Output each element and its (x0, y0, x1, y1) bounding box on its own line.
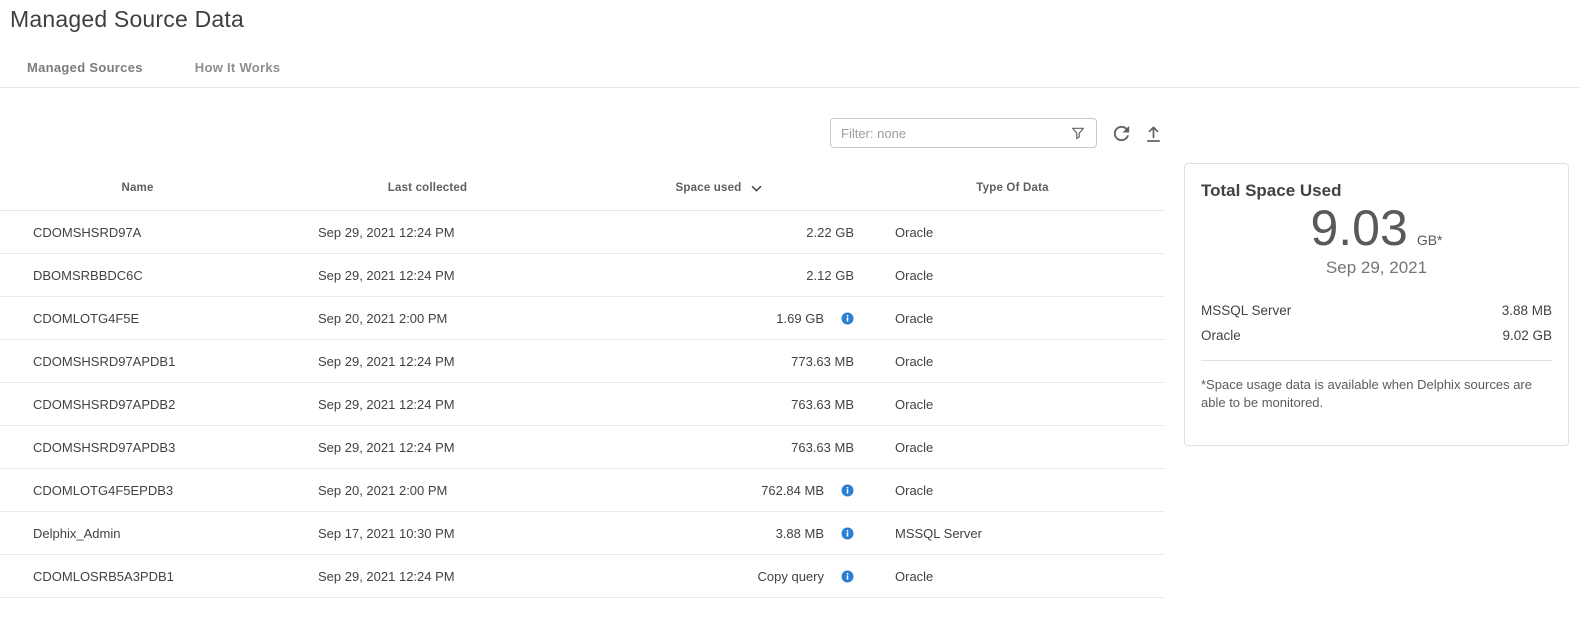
filter-input[interactable] (841, 126, 1068, 141)
row-name: CDOMSHSRD97A (0, 225, 275, 240)
row-type-of-data: MSSQL Server (860, 526, 1165, 541)
row-space-used: 2.22 GB (806, 225, 854, 240)
tab-bar: Managed Sources How It Works (27, 60, 280, 75)
row-name: CDOMSHSRD97APDB3 (0, 440, 275, 455)
row-last-collected: Sep 29, 2021 12:24 PM (275, 354, 580, 369)
row-name: CDOMLOTG4F5E (0, 311, 275, 326)
row-space-used-cell: 2.22 GB (580, 225, 860, 240)
row-last-collected: Sep 29, 2021 12:24 PM (275, 225, 580, 240)
row-space-used-cell: 763.63 MB (580, 397, 860, 412)
row-last-collected: Sep 29, 2021 12:24 PM (275, 569, 580, 584)
row-space-used-cell: 2.12 GB (580, 268, 860, 283)
breakdown-value: 3.88 MB (1502, 303, 1552, 318)
table-row: Delphix_AdminSep 17, 2021 10:30 PM 3.88 M… (0, 512, 1165, 555)
total-space-unit: GB* (1417, 232, 1443, 248)
row-space-used: 2.12 GB (806, 268, 854, 283)
row-space-used-cell: 773.63 MB (580, 354, 860, 369)
row-type-of-data: Oracle (860, 397, 1165, 412)
table-row: DBOMSRBBDC6CSep 29, 2021 12:24 PM 2.12 GB… (0, 254, 1165, 297)
export-icon[interactable] (1143, 123, 1164, 144)
tabs-divider (0, 87, 1579, 88)
row-last-collected: Sep 29, 2021 12:24 PM (275, 440, 580, 455)
total-space-used-panel: Total Space Used 9.03 GB* Sep 29, 2021 M… (1184, 163, 1569, 446)
filter-box[interactable] (830, 118, 1097, 148)
row-last-collected: Sep 20, 2021 2:00 PM (275, 483, 580, 498)
row-type-of-data: Oracle (860, 311, 1165, 326)
filter-funnel-icon[interactable] (1068, 123, 1088, 143)
column-header-name[interactable]: Name (0, 182, 275, 194)
tab-managed-sources[interactable]: Managed Sources (27, 60, 143, 75)
row-last-collected: Sep 29, 2021 12:24 PM (275, 397, 580, 412)
space-usage-footnote: *Space usage data is available when Delp… (1201, 376, 1552, 413)
column-header-space-used[interactable]: Space used (580, 180, 860, 196)
breakdown-row: Oracle 9.02 GB (1201, 323, 1552, 348)
row-space-used: 762.84 MB (761, 483, 824, 498)
info-icon[interactable] (841, 484, 854, 497)
table-row: CDOMLOTG4F5EPDB3Sep 20, 2021 2:00 PM 762.… (0, 469, 1165, 512)
row-type-of-data: Oracle (860, 440, 1165, 455)
breakdown-value: 9.02 GB (1502, 328, 1552, 343)
row-type-of-data: Oracle (860, 225, 1165, 240)
column-header-space-used-label: Space used (676, 182, 742, 194)
row-type-of-data: Oracle (860, 569, 1165, 584)
row-space-used: 3.88 MB (776, 526, 824, 541)
row-space-used: 1.69 GB (776, 311, 824, 326)
row-space-used-cell: 763.63 MB (580, 440, 860, 455)
row-space-used: 773.63 MB (791, 354, 854, 369)
table-toolbar (830, 118, 1164, 148)
total-space-date: Sep 29, 2021 (1201, 258, 1552, 278)
column-header-type-of-data[interactable]: Type Of Data (860, 182, 1165, 194)
row-name: Delphix_Admin (0, 526, 275, 541)
column-header-last-collected[interactable]: Last collected (275, 182, 580, 194)
total-space-value: 9.03 (1310, 201, 1407, 256)
row-space-used: 763.63 MB (791, 440, 854, 455)
copy-query-button[interactable]: Copy query (758, 569, 824, 584)
table-body: CDOMSHSRD97ASep 29, 2021 12:24 PM2.22 GB… (0, 211, 1165, 598)
row-name: CDOMSHSRD97APDB1 (0, 354, 275, 369)
table-header-row: Name Last collected Space used Type Of D… (0, 165, 1165, 211)
panel-title: Total Space Used (1201, 181, 1552, 201)
row-name: DBOMSRBBDC6C (0, 268, 275, 283)
row-last-collected: Sep 17, 2021 10:30 PM (275, 526, 580, 541)
table-row: CDOMSHSRD97APDB2Sep 29, 2021 12:24 PM 763… (0, 383, 1165, 426)
table-row: CDOMLOSRB5A3PDB1Sep 29, 2021 12:24 PM Cop… (0, 555, 1165, 598)
row-space-used-cell: 1.69 GB (580, 311, 860, 326)
breakdown-label: MSSQL Server (1201, 303, 1291, 318)
sort-desc-icon[interactable] (749, 181, 764, 196)
row-type-of-data: Oracle (860, 354, 1165, 369)
row-name: CDOMSHSRD97APDB2 (0, 397, 275, 412)
total-space-value-row: 9.03 GB* (1201, 201, 1552, 256)
row-name: CDOMLOSRB5A3PDB1 (0, 569, 275, 584)
panel-divider (1201, 360, 1552, 361)
space-breakdown-list: MSSQL Server 3.88 MB Oracle 9.02 GB (1201, 298, 1552, 348)
table-row: CDOMSHSRD97APDB3Sep 29, 2021 12:24 PM 763… (0, 426, 1165, 469)
managed-sources-table: Name Last collected Space used Type Of D… (0, 165, 1165, 598)
breakdown-label: Oracle (1201, 328, 1241, 343)
tab-how-it-works[interactable]: How It Works (195, 60, 281, 75)
page-title: Managed Source Data (10, 6, 244, 33)
row-space-used: 763.63 MB (791, 397, 854, 412)
info-icon[interactable] (841, 570, 854, 583)
info-icon[interactable] (841, 527, 854, 540)
row-last-collected: Sep 29, 2021 12:24 PM (275, 268, 580, 283)
breakdown-row: MSSQL Server 3.88 MB (1201, 298, 1552, 323)
row-type-of-data: Oracle (860, 268, 1165, 283)
row-space-used-cell: 762.84 MB (580, 483, 860, 498)
info-icon[interactable] (841, 312, 854, 325)
table-row: CDOMSHSRD97APDB1Sep 29, 2021 12:24 PM 773… (0, 340, 1165, 383)
row-space-used-cell: Copy query (580, 569, 860, 584)
row-name: CDOMLOTG4F5EPDB3 (0, 483, 275, 498)
refresh-icon[interactable] (1110, 122, 1133, 145)
table-row: CDOMSHSRD97ASep 29, 2021 12:24 PM 2.22 GB… (0, 211, 1165, 254)
row-type-of-data: Oracle (860, 483, 1165, 498)
table-row: CDOMLOTG4F5ESep 20, 2021 2:00 PM 1.69 GB O… (0, 297, 1165, 340)
row-space-used-cell: 3.88 MB (580, 526, 860, 541)
row-last-collected: Sep 20, 2021 2:00 PM (275, 311, 580, 326)
